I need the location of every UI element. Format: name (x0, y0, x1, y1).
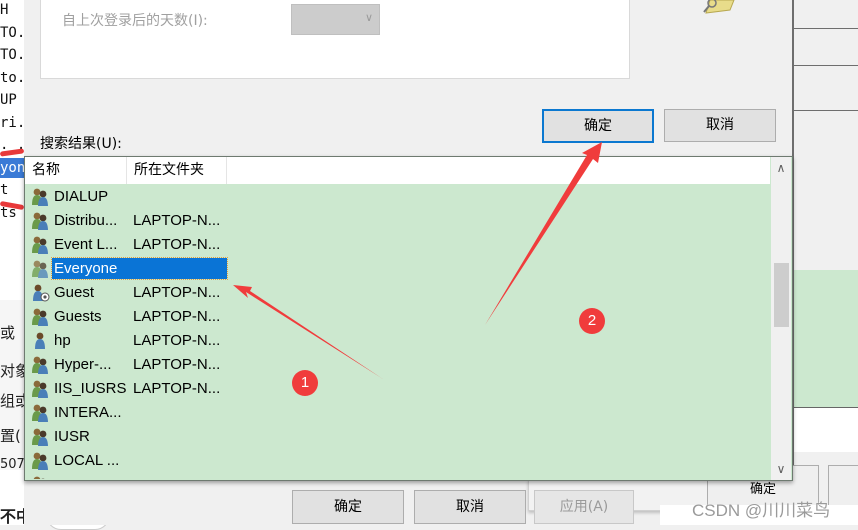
result-row[interactable]: Event L... LAPTOP-N... (25, 233, 770, 257)
column-header-name[interactable]: 名称 (25, 157, 127, 184)
result-folder: LAPTOP-N... (133, 306, 220, 327)
find-now-icon (700, 0, 736, 14)
parent-ok-button[interactable]: 确定 (292, 490, 404, 524)
vertical-scrollbar[interactable]: ∧ ∨ (771, 157, 791, 480)
result-row[interactable]: DIALUP (25, 185, 770, 209)
result-folder: LAPTOP-N... (133, 234, 220, 255)
result-row-partial[interactable] (25, 473, 770, 479)
background-fragment: 507 (0, 457, 25, 472)
scroll-up-arrow-icon[interactable]: ∧ (771, 161, 791, 175)
background-code-line: UP (0, 90, 17, 110)
group-icon (30, 452, 50, 470)
divider (794, 110, 858, 111)
result-folder: LAPTOP-N... (133, 282, 220, 303)
chevron-down-icon: ∨ (365, 11, 373, 24)
background-button[interactable] (828, 465, 858, 507)
group-icon (30, 380, 50, 398)
result-name: Hyper-... (52, 354, 114, 375)
background-fragment: 或 (0, 322, 15, 343)
days-since-logon-label: 自上次登录后的天数(I): (62, 10, 208, 30)
scroll-down-arrow-icon[interactable]: ∨ (771, 462, 791, 476)
background-code-line: H (0, 0, 8, 20)
result-row[interactable]: IUSR (25, 425, 770, 449)
background-code-line: TO. (0, 23, 25, 43)
result-row[interactable]: IIS_IUSRSLAPTOP-N... (25, 377, 770, 401)
group-icon (30, 404, 50, 422)
result-folder: LAPTOP-N... (133, 210, 220, 231)
group-icon (30, 188, 50, 206)
background-fragment: 置( (0, 425, 21, 446)
divider (794, 65, 858, 66)
scrollbar-thumb[interactable] (774, 263, 789, 327)
column-header-folder[interactable]: 所在文件夹 (127, 157, 227, 184)
background-code-line: t (0, 180, 8, 200)
result-name: INTERA... (52, 402, 124, 423)
background-code-line: ri. (0, 113, 25, 133)
result-name: DIALUP (52, 186, 110, 207)
parent-apply-button[interactable]: 应用(A) (534, 490, 634, 524)
result-folder: LAPTOP-N... (133, 354, 220, 375)
result-name: Guest (52, 282, 96, 303)
annotation-badge-1: 1 (292, 370, 318, 396)
user-icon (30, 332, 50, 350)
cancel-button[interactable]: 取消 (664, 109, 776, 142)
watermark: CSDN @川川菜鸟 (692, 496, 830, 521)
background-code-line: TO. (0, 45, 25, 65)
result-name: Guests (52, 306, 104, 327)
background-code-line: to. (0, 68, 25, 88)
group-icon (30, 236, 50, 254)
background-code-line: yon (0, 158, 24, 178)
result-row[interactable]: LOCAL ... (25, 449, 770, 473)
divider (794, 28, 858, 29)
result-name: IIS_IUSRS (52, 378, 129, 399)
result-name: Event L... (52, 234, 119, 255)
group-icon (30, 308, 50, 326)
group-icon (30, 476, 50, 479)
group-icon (30, 356, 50, 374)
result-row[interactable]: INTERA... (25, 401, 770, 425)
result-row[interactable]: Distribu... LAPTOP-N... (25, 209, 770, 233)
result-folder: LAPTOP-N... (133, 378, 220, 399)
result-name: LOCAL ... (52, 450, 121, 471)
parent-cancel-button[interactable]: 取消 (414, 490, 526, 524)
result-row[interactable]: Guests LAPTOP-N... (25, 305, 770, 329)
result-row[interactable]: Hyper-... LAPTOP-N... (25, 353, 770, 377)
result-row[interactable]: hp LAPTOP-N... (25, 329, 770, 353)
result-name: IUSR (52, 426, 92, 447)
list-header: 名称 所在文件夹 (25, 157, 770, 184)
result-name: hp (52, 330, 73, 351)
guest-user-icon (30, 284, 50, 302)
group-icon (30, 212, 50, 230)
ok-button[interactable]: 确定 (542, 109, 654, 143)
background-list (794, 270, 858, 408)
search-results-label: 搜索结果(U): (40, 133, 122, 153)
group-icon (30, 260, 50, 278)
search-results-list[interactable]: 名称 所在文件夹 DIALUPDistribu...LAPTOP-N...Eve… (24, 156, 793, 481)
result-name: Distribu... (52, 210, 119, 231)
result-folder: LAPTOP-N... (133, 330, 220, 351)
group-icon (30, 428, 50, 446)
result-name: Everyone (52, 258, 227, 279)
days-since-logon-select[interactable]: ∨ (291, 4, 380, 35)
annotation-badge-2: 2 (579, 308, 605, 334)
result-row[interactable]: Everyone (25, 257, 770, 281)
result-row[interactable]: Guest LAPTOP-N... (25, 281, 770, 305)
background-panel (794, 408, 858, 452)
